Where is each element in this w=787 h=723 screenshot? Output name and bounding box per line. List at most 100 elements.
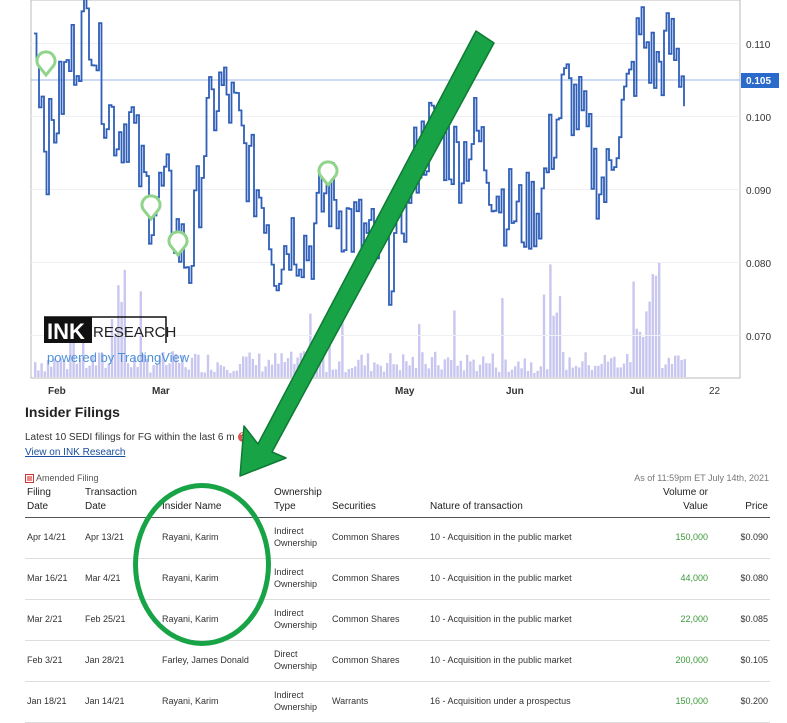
cell-ownership: Direct Ownership (272, 640, 330, 682)
x-tick-label: Jun (506, 386, 524, 397)
volume-bar (539, 366, 542, 377)
powered-by-text: powered by TradingView (47, 350, 190, 365)
volume-bar (418, 324, 421, 377)
volume-bar (472, 359, 475, 377)
volume-bar (491, 353, 494, 377)
y-tick-label: 0.090 (746, 186, 771, 197)
volume-bar (626, 354, 629, 377)
volume-bar (565, 369, 568, 377)
cell-volume: 200,000 (618, 640, 710, 682)
volume-bar (338, 361, 341, 377)
volume-bar (296, 357, 299, 377)
cell-ownership: Indirect Ownership (272, 599, 330, 641)
volume-bar (347, 369, 350, 377)
volume-bar (206, 354, 210, 377)
volume-bar (322, 353, 325, 377)
volume-bar (574, 365, 578, 377)
volume-bar (670, 363, 674, 377)
table-row[interactable]: Jan 18/21 Jan 14/21 Rayani, Karim Indire… (25, 681, 770, 723)
volume-bar (306, 354, 309, 377)
col-price[interactable]: Price (710, 484, 770, 518)
col-filing-date[interactable]: Filing Date (25, 484, 83, 518)
col-securities[interactable]: Securities (330, 484, 428, 518)
volume-bar (328, 307, 331, 377)
volume-bar (107, 364, 110, 377)
volume-bar (667, 357, 670, 377)
filings-table: Filing Date Transaction Date Insider Name … (25, 484, 770, 723)
volume-bar (194, 353, 197, 377)
volume-bar (325, 371, 328, 377)
cell-nature: 10 - Acquisition in the public market (428, 599, 618, 641)
volume-bar (370, 371, 373, 377)
volume-bar (648, 301, 651, 377)
volume-bar (395, 364, 398, 377)
col-ownership-type[interactable]: Ownership Type (272, 484, 330, 518)
volume-bar (645, 311, 648, 377)
volume-bar (536, 370, 539, 377)
volume-bar (382, 371, 386, 377)
volume-bar (197, 354, 200, 377)
volume-bar (254, 365, 258, 377)
volume-bar (456, 365, 459, 377)
cell-securities: Common Shares (330, 517, 428, 559)
cell-ownership: Indirect Ownership (272, 681, 330, 723)
volume-bar (354, 366, 357, 377)
cell-insider: Rayani, Karim (160, 681, 272, 723)
volume-bar (350, 367, 354, 377)
volume-bar (270, 364, 274, 377)
volume-bar (446, 357, 450, 377)
volume-bar (469, 361, 472, 377)
volume-bar (526, 371, 530, 377)
volume-bar (126, 363, 130, 377)
volume-bar (427, 368, 430, 377)
volume-bar (568, 357, 571, 377)
volume-bar (219, 365, 222, 377)
volume-bar (344, 372, 347, 377)
col-nature[interactable]: Nature of transaction (428, 484, 618, 518)
volume-bar (514, 366, 517, 377)
volume-bar (674, 355, 677, 377)
y-axis: 0.110 0.100 0.090 0.080 0.070 0.105 (741, 40, 779, 343)
volume-bar (411, 356, 414, 377)
volume-bar (222, 366, 226, 377)
cell-price: $0.085 (710, 599, 770, 641)
section-title: Insider Filings (25, 404, 120, 420)
volume-bar (683, 359, 686, 377)
volume-bar (530, 362, 533, 377)
volume-bar (293, 363, 296, 377)
volume-bar (360, 354, 363, 377)
cell-filing-date: Feb 3/21 (25, 640, 83, 682)
y-tick-label: 0.100 (746, 113, 771, 124)
amended-icon (25, 474, 34, 484)
volume-bar (597, 365, 600, 377)
volume-bar (613, 356, 616, 377)
volume-bar (187, 369, 190, 377)
y-tick-label: 0.070 (746, 332, 771, 343)
help-icon[interactable]: ? (237, 432, 248, 443)
x-tick-label: 22 (709, 386, 721, 397)
volume-bar (213, 371, 216, 377)
volume-bar (280, 353, 283, 377)
volume-bar (654, 275, 658, 377)
volume-bar (677, 355, 680, 377)
volume-bar (392, 364, 395, 377)
volume-bar (203, 372, 206, 377)
volume-bar (229, 373, 232, 377)
volume-bar (424, 363, 427, 377)
volume-bar (638, 331, 642, 377)
volume-bar (312, 358, 315, 377)
volume-bar (520, 368, 523, 377)
col-volume[interactable]: Volume or Value (618, 484, 710, 518)
volume-bar (571, 367, 574, 377)
x-tick-label: May (395, 386, 415, 397)
volume-bar (443, 359, 446, 377)
table-row[interactable]: Mar 2/21 Feb 25/21 Rayani, Karim Indirec… (25, 599, 770, 641)
volume-bar (389, 353, 392, 377)
table-row[interactable]: Feb 3/21 Jan 28/21 Farley, James Donald … (25, 640, 770, 682)
volume-bar (363, 365, 366, 377)
volume-bar (357, 359, 360, 377)
volume-bar (459, 360, 462, 377)
volume-bar (40, 363, 43, 377)
cell-volume: 150,000 (618, 517, 710, 559)
view-on-ink-link[interactable]: View on INK Research (25, 447, 125, 458)
